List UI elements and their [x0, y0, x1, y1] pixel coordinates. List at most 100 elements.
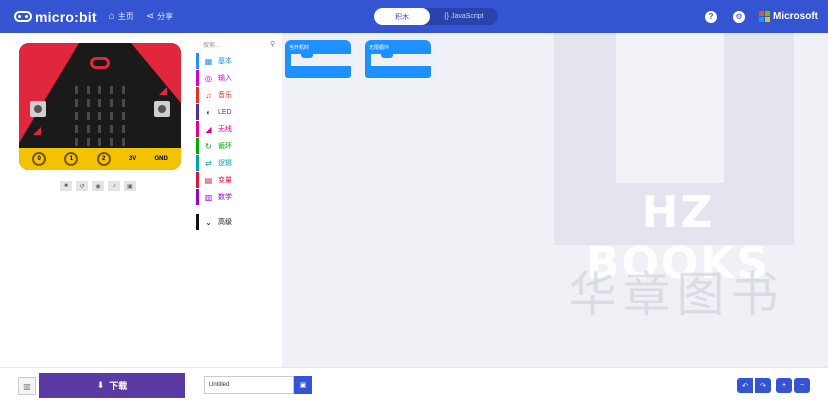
category-label: 音乐: [218, 92, 232, 99]
search-icon: ⚲: [269, 41, 275, 48]
home-icon: ⌂: [108, 11, 115, 22]
watermark-latin: HZ BOOKS: [585, 187, 771, 289]
category-color-bar: [196, 214, 199, 230]
share-icon: ⋖: [145, 11, 155, 22]
board-red-corner-right: [131, 43, 181, 103]
header-right: ? ⚙ Microsoft: [689, 0, 818, 33]
on-start-label: 当开机时: [285, 40, 351, 54]
project-name-input[interactable]: Untitled: [204, 376, 294, 394]
board-red-corner: [19, 43, 79, 143]
category-label: 基本: [218, 58, 232, 65]
microsoft-squares-icon: [759, 11, 770, 22]
home-button[interactable]: ⌂ 主页: [109, 11, 134, 22]
target-icon: ◎: [205, 73, 212, 83]
category-color-bar: [196, 104, 199, 120]
toolbox-category-1[interactable]: ▦ 基本: [196, 53, 276, 69]
category-color-bar: [196, 189, 199, 205]
button-a[interactable]: [30, 101, 46, 117]
on-start-block[interactable]: 当开机时: [285, 40, 351, 82]
toolbox-search[interactable]: 搜索... ⚲: [203, 40, 275, 50]
microsoft-label: Microsoft: [773, 11, 818, 22]
toolbox-category-8[interactable]: ▤ 变量: [196, 172, 276, 188]
category-label: 输入: [218, 75, 232, 82]
toolbox-category-9[interactable]: ▥ 数学: [196, 189, 276, 205]
download-button[interactable]: ⬇ 下载: [39, 373, 185, 398]
calculator-icon: ▥: [204, 192, 213, 202]
project-name: Untitled: [209, 382, 230, 388]
toolbox-category-5[interactable]: ◢ 无线: [196, 121, 276, 137]
search-placeholder: 搜索...: [203, 43, 221, 49]
editor-mode-toggle: 积木 {} JavaScript: [374, 8, 498, 25]
pin-3v: 3V: [128, 156, 137, 162]
blocks-tab[interactable]: 积木: [374, 8, 430, 25]
undo-button[interactable]: ↶: [737, 378, 753, 393]
save-button[interactable]: ▣: [294, 376, 312, 394]
toolbox-category-3[interactable]: ♫ 音乐: [196, 87, 276, 103]
forever-block[interactable]: 无限循环: [365, 40, 431, 82]
redo-button[interactable]: ↷: [755, 378, 771, 393]
brand-logo[interactable]: micro:bit: [14, 9, 97, 25]
toolbox-category-6[interactable]: ↻ 循环: [196, 138, 276, 154]
microsoft-logo[interactable]: Microsoft: [759, 11, 818, 22]
signal-icon: ◢: [205, 124, 212, 134]
share-button[interactable]: ⋖ 分享: [146, 11, 173, 22]
pin-0[interactable]: 0: [32, 152, 47, 166]
blocks-workspace[interactable]: HZ BOOKS 华章图书 当开机时 无限循环: [282, 33, 828, 367]
category-color-bar: [196, 70, 199, 86]
download-icon: ⬇: [96, 380, 105, 390]
pin-1[interactable]: 1: [64, 152, 79, 166]
category-label: 数学: [218, 194, 232, 201]
category-label: 变量: [218, 177, 232, 184]
grid-icon: ▦: [204, 56, 213, 66]
stop-button[interactable]: ■: [60, 181, 72, 191]
category-label: 逻辑: [218, 160, 232, 167]
category-label: 高级: [218, 219, 232, 226]
mute-button[interactable]: ♪: [108, 181, 120, 191]
watermark: HZ BOOKS 华章图书: [544, 33, 796, 322]
led-matrix[interactable]: [71, 83, 129, 149]
zoom-out-button[interactable]: −: [794, 378, 810, 393]
button-b-indicator-icon: [159, 87, 167, 95]
toolbox-category-7[interactable]: ⇄ 逻辑: [196, 155, 276, 171]
board-logo-icon: [90, 57, 110, 69]
fullscreen-button[interactable]: ▣: [124, 181, 136, 191]
home-label: 主页: [117, 12, 134, 21]
button-a-indicator-icon: [33, 127, 41, 135]
javascript-tab[interactable]: {} JavaScript: [430, 13, 498, 20]
workspace-controls: ↶ ↷ + −: [737, 378, 810, 393]
refresh-icon: ↻: [205, 141, 212, 151]
toolbox-category-2[interactable]: ◎ 输入: [196, 70, 276, 86]
toolbox-category-4[interactable]: ◐ LED: [196, 104, 276, 120]
list-icon: ▤: [204, 175, 213, 185]
toggle-icon: ◐: [206, 107, 211, 117]
microbit-board: 0 1 2 3V GND: [19, 43, 181, 170]
toolbox: 搜索... ⚲ ▦ 基本 ◎ 输入 ♫ 音乐 ◐ LED ◢ 无线 ↻ 循环 ⇄ 逻辑 ▤ 变量 ▥ 数学 ⌄ 高级: [190, 33, 282, 367]
help-icon[interactable]: ?: [705, 10, 717, 23]
category-color-bar: [196, 121, 199, 137]
restart-button[interactable]: ↺: [76, 181, 88, 191]
settings-gear-icon[interactable]: ⚙: [733, 10, 745, 23]
forever-label: 无限循环: [365, 40, 431, 54]
top-bar: micro:bit ⌂ 主页 ⋖ 分享 积木 {} JavaScript ? ⚙…: [0, 0, 828, 33]
category-color-bar: [196, 155, 199, 171]
category-label: 循环: [218, 143, 232, 150]
category-color-bar: [196, 138, 199, 154]
pin-gnd: GND: [154, 156, 168, 162]
pin-2[interactable]: 2: [96, 152, 111, 166]
microbit-logo-icon: [14, 11, 32, 22]
button-b[interactable]: [154, 101, 170, 117]
bottom-bar: ▥ ⬇ 下载 Untitled ▣ ↶ ↷ + −: [0, 367, 828, 407]
chevron-down-icon: ⌄: [205, 217, 212, 227]
shuffle-icon: ⇄: [205, 158, 212, 168]
simulator-controls: ■ ↺ ◉ ♪ ▣: [60, 181, 136, 191]
toolbox-category-10[interactable]: ⌄ 高级: [196, 214, 276, 230]
category-label: LED: [218, 108, 232, 116]
slowmo-button[interactable]: ◉: [92, 181, 104, 191]
zoom-in-button[interactable]: +: [776, 378, 792, 393]
watermark-chinese: 华章图书: [568, 269, 785, 322]
brand-name: micro:bit: [35, 8, 97, 25]
javascript-tab-label: {} JavaScript: [444, 13, 484, 20]
category-label: 无线: [218, 126, 232, 133]
share-label: 分享: [157, 12, 174, 21]
toggle-simulator-button[interactable]: ▥: [18, 377, 36, 395]
